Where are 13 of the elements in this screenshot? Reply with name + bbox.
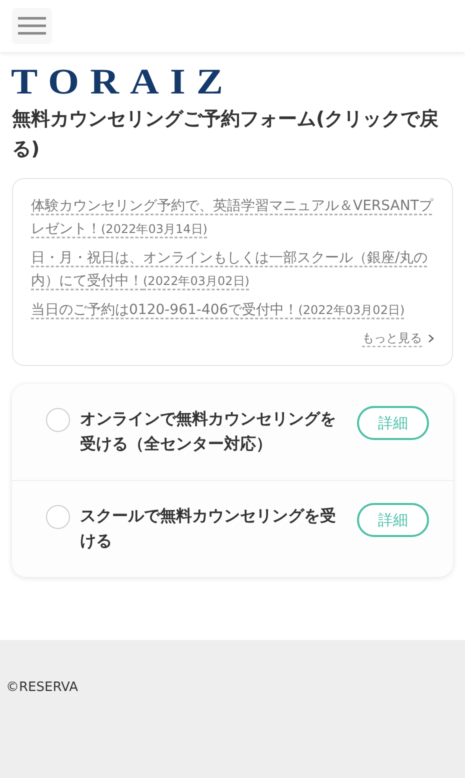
more-link[interactable]: もっと見る [362, 330, 434, 347]
chevron-icon [428, 334, 434, 343]
news-link[interactable]: 体験カウンセリング予約で、英語学習マニュアル＆VERSANTプレゼント！(2022年03月14日) [31, 195, 434, 241]
option-label[interactable]: オンラインで無料カウンセリングを受ける（全センター対応） [80, 406, 343, 456]
logo[interactable]: TORAIZ [11, 64, 234, 100]
option-label[interactable]: スクールで無料カウンセリングを受ける [80, 503, 343, 553]
news-link[interactable]: 日・月・祝日は、オンラインもしくは一部スクール（銀座/丸の内）にて受付中！(2022年03月02日) [31, 247, 434, 293]
radio-button[interactable] [46, 408, 70, 432]
radio-button[interactable] [46, 505, 70, 529]
page-title[interactable]: 無料カウンセリングご予約フォーム(クリックで戻る) [12, 104, 453, 164]
menu-icon[interactable] [12, 8, 52, 44]
copyright-text: ©RESERVA [6, 680, 78, 695]
news-link[interactable]: 当日のご予約は0120-961-406で受付中！(2022年03月02日) [31, 299, 434, 322]
